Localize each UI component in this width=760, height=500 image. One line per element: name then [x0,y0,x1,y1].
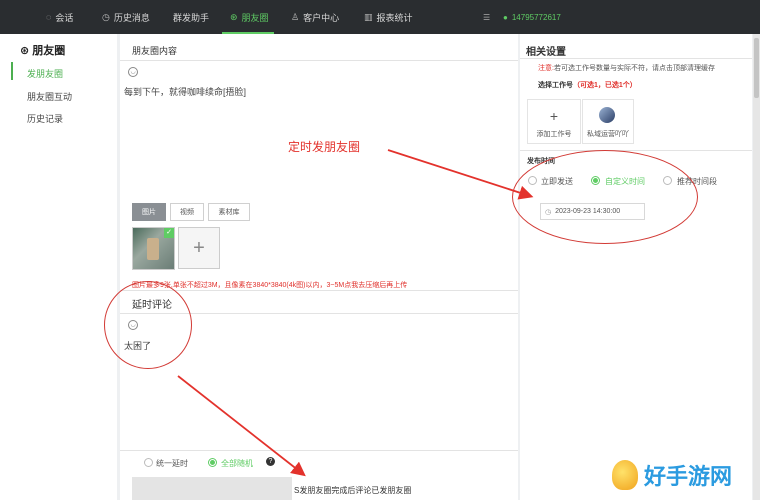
annotation-arrows [177,149,534,477]
watermark-logo: 好手游网 [612,454,750,496]
annotation-arrow [177,375,306,477]
watermark-icon [612,460,638,490]
annotation-arrow [387,149,534,200]
